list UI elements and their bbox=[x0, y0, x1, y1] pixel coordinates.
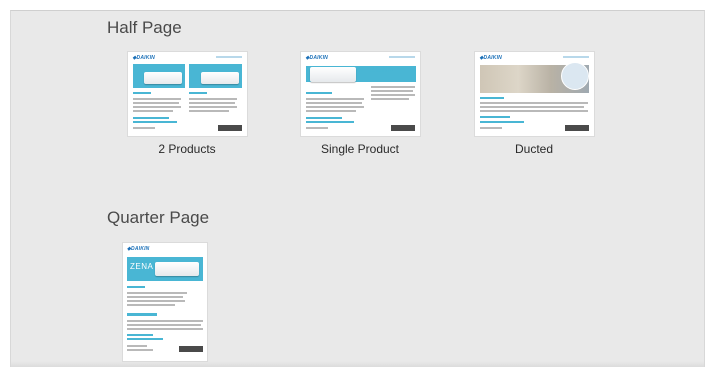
template-thumbnail-single-product[interactable]: ◆DAIKIN ZENA bbox=[300, 52, 420, 136]
section-title-half-page: Half Page bbox=[107, 18, 182, 37]
template-card-single-product[interactable]: ◆DAIKIN ZENA Single Product bbox=[290, 52, 430, 156]
daikin-logo-icon: ◆DAIKIN bbox=[479, 55, 502, 61]
template-label-2-products: 2 Products bbox=[158, 142, 216, 156]
air-conditioner-icon bbox=[309, 67, 356, 82]
template-thumbnail-quarter-page[interactable]: ◆DAIKIN ZENA bbox=[123, 243, 207, 361]
air-conditioner-icon bbox=[143, 72, 182, 84]
daikin-logo-icon: ◆DAIKIN bbox=[132, 55, 155, 61]
template-card-quarter-page[interactable]: ◆DAIKIN ZENA bbox=[123, 243, 207, 367]
template-label-ducted: Ducted bbox=[514, 142, 554, 156]
ducted-unit-icon bbox=[560, 62, 589, 90]
air-conditioner-icon bbox=[200, 72, 239, 84]
template-label-single-product: Single Product bbox=[320, 142, 400, 156]
daikin-logo-icon: ◆DAIKIN bbox=[305, 55, 328, 61]
template-thumbnail-ducted[interactable]: ◆DAIKIN bbox=[474, 52, 594, 136]
section-title-quarter-page: Quarter Page bbox=[107, 208, 210, 227]
daikin-logo-icon: ◆DAIKIN bbox=[127, 246, 150, 252]
template-gallery-panel: Half Page ◆DAIKIN 2 Products ◆DAIKIN ZEN… bbox=[10, 10, 705, 367]
air-conditioner-icon bbox=[155, 262, 199, 276]
template-thumbnail-2-products[interactable]: ◆DAIKIN bbox=[127, 52, 247, 136]
template-card-2-products[interactable]: ◆DAIKIN 2 Products bbox=[117, 52, 257, 156]
template-card-ducted[interactable]: ◆DAIKIN Ducted bbox=[464, 52, 604, 156]
